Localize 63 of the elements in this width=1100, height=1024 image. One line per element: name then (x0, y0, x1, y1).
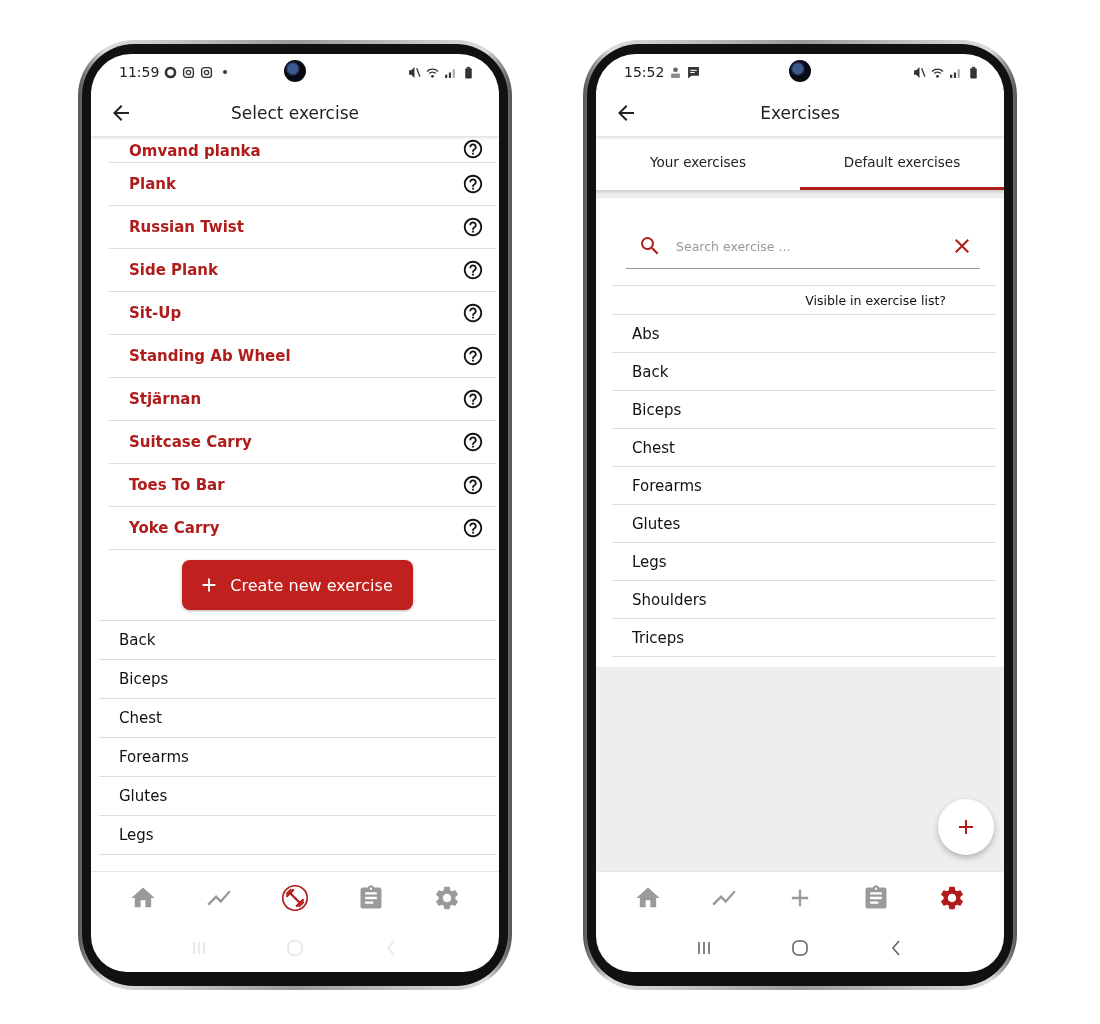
category-row[interactable]: Shoulders (612, 581, 996, 619)
exercise-name[interactable]: Side Plank (129, 261, 462, 279)
mute-icon (913, 65, 926, 79)
message-icon (687, 65, 701, 79)
ring-icon (164, 65, 178, 79)
wifi-icon (931, 65, 944, 79)
category-row[interactable]: Legs (612, 543, 996, 581)
category-row[interactable]: Forearms (99, 738, 496, 777)
exercise-name[interactable]: Plank (129, 175, 462, 193)
settings-icon (938, 884, 966, 912)
help-icon[interactable] (462, 216, 484, 238)
help-icon[interactable] (462, 345, 484, 367)
help-icon[interactable] (462, 173, 484, 195)
exercise-name[interactable]: Stjärnan (129, 390, 462, 408)
category-row[interactable]: Forearms (612, 467, 996, 505)
person-icon (669, 65, 683, 79)
dumbbell-icon (281, 884, 309, 912)
mute-icon (408, 65, 421, 79)
help-icon[interactable] (462, 517, 484, 539)
category-row[interactable]: Chest (612, 429, 996, 467)
help-icon[interactable] (462, 302, 484, 324)
dot-icon (222, 69, 229, 75)
category-row[interactable]: Abs (612, 315, 996, 353)
camera-app-icon (200, 65, 214, 79)
search-field[interactable]: Search exercise ... (674, 237, 938, 255)
category-row[interactable]: Chest (99, 699, 496, 738)
help-icon[interactable] (462, 388, 484, 410)
help-icon[interactable] (462, 431, 484, 453)
exercise-name[interactable]: Sit-Up (129, 304, 462, 322)
column-header: Visible in exercise list? (805, 292, 946, 308)
help-icon[interactable] (462, 138, 484, 160)
home-button-icon[interactable] (790, 938, 810, 958)
category-row[interactable]: Legs (99, 816, 496, 855)
status-time: 11:59 (119, 64, 160, 80)
category-row[interactable]: Biceps (99, 660, 496, 699)
exercise-name[interactable]: Suitcase Carry (129, 433, 462, 451)
status-time: 15:52 (624, 64, 665, 80)
tab[interactable]: Your exercises (596, 136, 800, 190)
battery-icon (967, 65, 980, 79)
exercise-name[interactable]: Standing Ab Wheel (129, 347, 462, 365)
nav-tab[interactable] (281, 884, 309, 912)
screen-title: Exercises (760, 103, 840, 123)
category-row[interactable]: Glutes (612, 505, 996, 543)
camera-app-icon (182, 65, 196, 79)
help-icon[interactable] (462, 259, 484, 281)
exercise-name[interactable]: Omvand planka (129, 142, 462, 160)
wifi-icon (426, 65, 439, 79)
camera-hole (284, 60, 306, 82)
help-icon[interactable] (462, 474, 484, 496)
category-row[interactable]: Glutes (99, 777, 496, 816)
screen-title: Select exercise (231, 103, 359, 123)
settings-icon (433, 884, 461, 912)
battery-icon (462, 65, 475, 79)
exercise-name[interactable]: Toes To Bar (129, 476, 462, 494)
category-row[interactable]: Triceps (612, 619, 996, 657)
category-row[interactable]: Back (99, 621, 496, 660)
category-row[interactable]: Back (612, 353, 996, 391)
create-exercise-button[interactable]: Create new exercise (182, 560, 413, 610)
camera-hole (789, 60, 811, 82)
category-row[interactable]: Biceps (612, 391, 996, 429)
exercise-name[interactable]: Yoke Carry (129, 519, 462, 537)
nav-tab[interactable] (938, 884, 966, 912)
exercise-name[interactable]: Russian Twist (129, 218, 462, 236)
